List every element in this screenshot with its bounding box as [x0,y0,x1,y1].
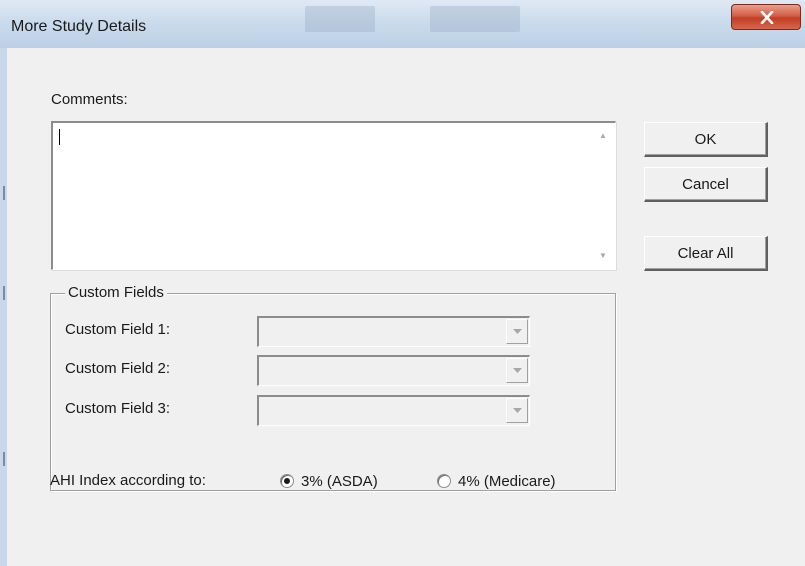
ahi-option-medicare[interactable]: 4% (Medicare) [437,469,587,493]
comments-scrollbar[interactable]: ▲ ▼ [593,123,615,269]
custom-field-3-dropdown-button[interactable] [506,398,528,423]
frame-edge-mark [3,452,5,466]
radio-selected-dot [284,478,290,484]
custom-field-3-dropdown[interactable] [257,395,530,426]
text-caret [59,129,60,145]
custom-field-2-dropdown-button[interactable] [506,358,528,383]
custom-field-2-dropdown[interactable] [257,355,530,386]
custom-field-1-dropdown[interactable] [257,316,530,347]
comments-label: Comments: [51,91,128,108]
chevron-down-icon [513,329,522,334]
ahi-asda-radio[interactable] [280,474,294,488]
chevron-down-icon [513,368,522,373]
custom-field-1-dropdown-button[interactable] [506,319,528,344]
close-button[interactable] [731,4,801,30]
cancel-button[interactable]: Cancel [644,167,768,202]
chevron-down-icon [513,408,522,413]
title-bar[interactable]: More Study Details [0,0,805,48]
ahi-medicare-radio[interactable] [437,474,451,488]
scroll-down-icon[interactable]: ▼ [599,251,607,260]
scroll-up-icon[interactable]: ▲ [599,131,607,140]
title-bar-blur [430,6,520,32]
custom-field-2-label: Custom Field 2: [65,360,171,377]
custom-field-3-label: Custom Field 3: [65,400,171,417]
frame-edge-mark [3,186,5,200]
ahi-medicare-label: 4% (Medicare) [458,473,556,490]
ahi-index-label: AHI Index according to: [50,472,206,489]
comments-input[interactable] [53,123,593,269]
window-title: More Study Details [11,18,147,35]
ahi-option-asda[interactable]: 3% (ASDA) [280,469,405,493]
dialog-window: More Study Details Comments: ▲ ▼ OK Canc… [0,0,805,566]
dialog-body: Comments: ▲ ▼ OK Cancel Clear All Custom… [7,48,805,566]
close-icon [760,11,774,24]
clear-all-button[interactable]: Clear All [644,236,768,271]
ahi-asda-label: 3% (ASDA) [301,473,378,490]
ok-button[interactable]: OK [644,122,768,157]
comments-textarea[interactable]: ▲ ▼ [51,121,616,270]
title-bar-blur [305,6,375,32]
custom-fields-legend: Custom Fields [65,284,167,301]
frame-edge-mark [3,286,5,300]
custom-field-1-label: Custom Field 1: [65,321,171,338]
